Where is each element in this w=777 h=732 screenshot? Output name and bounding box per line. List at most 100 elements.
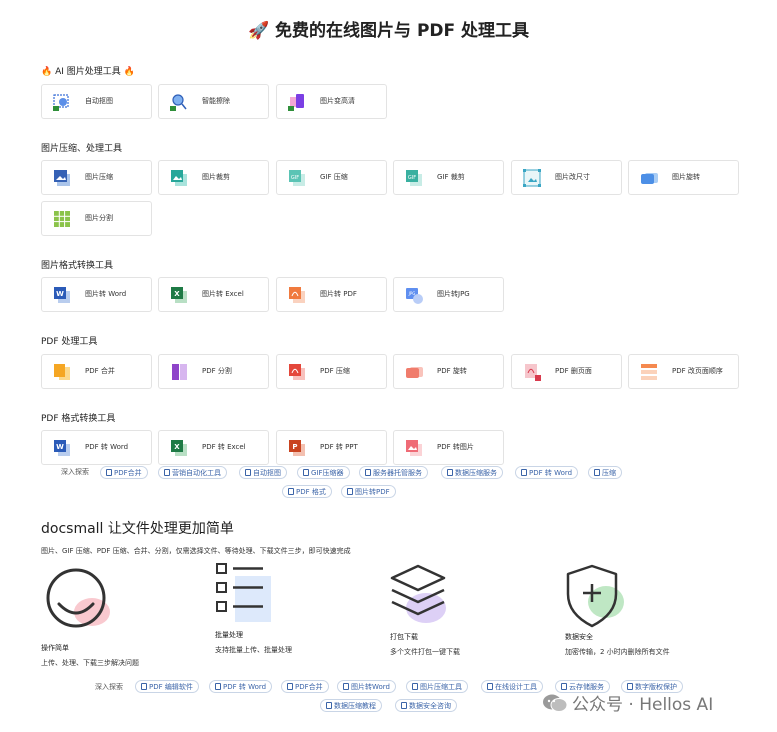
tool-pdf-merge[interactable]: PDF 合并 (41, 354, 152, 389)
chip-label: 营销自动化工具 (172, 469, 221, 477)
page-title: 🚀 免费的在线图片与 PDF 处理工具 (247, 21, 530, 41)
tool-pdf-split[interactable]: PDF 分割 (158, 354, 269, 389)
smile-face-icon (46, 568, 110, 628)
tool-image-to-pdf[interactable]: 图片转 PDF (276, 277, 387, 312)
explore-chip[interactable]: PDF 编辑软件 (135, 680, 199, 693)
word-icon: W (54, 287, 70, 303)
gif-compress-icon: GIF (289, 170, 305, 186)
explore-chip[interactable]: PDF合并 (100, 466, 148, 479)
explore-chip[interactable]: 营销自动化工具 (158, 466, 227, 479)
section-heading-ai: 🔥 AI 图片处理工具 🔥 (41, 67, 135, 77)
explore-chip[interactable]: 自动抠图 (239, 466, 287, 479)
chip-label: PDF 编辑软件 (149, 683, 193, 691)
pdf-icon (289, 287, 305, 303)
doc-icon (326, 702, 332, 709)
tool-gif-crop[interactable]: GIF GIF 裁剪 (393, 160, 504, 195)
feature-desc: 支持批量上传、批量处理 (215, 646, 292, 654)
explore-chip[interactable]: 数据压缩教程 (320, 699, 382, 712)
layers-icon (390, 564, 446, 623)
tool-image-hd[interactable]: 图片变高清 (276, 84, 387, 119)
smart-erase-icon (170, 94, 187, 111)
tool-image-rotate[interactable]: 图片旋转 (628, 160, 739, 195)
explore-chip[interactable]: PDF 格式 (282, 485, 332, 498)
tool-image-to-jpg[interactable]: JPG 图片转JPG (393, 277, 504, 312)
section-heading-compress: 图片压缩、处理工具 (41, 144, 123, 154)
doc-icon (447, 469, 453, 476)
watermark-text: 公众号 · Hellos AI (572, 695, 714, 715)
explore-chip[interactable]: PDF合并 (281, 680, 329, 693)
chip-label: PDF合并 (114, 469, 142, 477)
explore-chip[interactable]: 图片压缩工具 (406, 680, 468, 693)
explore-chip[interactable]: 压缩 (588, 466, 622, 479)
explore-chip[interactable]: GIF压缩器 (297, 466, 350, 479)
tool-pdf-to-ppt[interactable]: P PDF 转 PPT (276, 430, 387, 465)
tool-label: 图片压缩 (85, 173, 113, 181)
section-heading-format: 图片格式转换工具 (41, 261, 114, 271)
tool-image-crop[interactable]: 图片裁剪 (158, 160, 269, 195)
tool-label: 图片旋转 (672, 173, 700, 181)
explore-chip[interactable]: PDF 转 Word (209, 680, 273, 693)
feature-title: 数据安全 (565, 633, 593, 641)
tool-image-resize[interactable]: 图片改尺寸 (511, 160, 622, 195)
svg-text:GIF: GIF (291, 175, 299, 181)
tool-smart-erase[interactable]: 智能擦除 (158, 84, 269, 119)
chip-label: 数据压缩服务 (455, 469, 497, 477)
batch-list-icon (216, 563, 271, 622)
tool-image-to-word[interactable]: W 图片转 Word (41, 277, 152, 312)
image-crop-icon (171, 170, 187, 186)
tool-label: PDF 转 Word (85, 443, 129, 451)
excel-icon: X (171, 440, 187, 456)
tool-label: 图片分割 (85, 214, 113, 222)
tool-label: GIF 压缩 (320, 173, 348, 181)
tool-label: 自动抠图 (85, 97, 113, 105)
chip-label: 压缩 (602, 469, 616, 477)
tool-label: GIF 裁剪 (437, 173, 465, 181)
chip-label: 服务器托管服务 (373, 469, 422, 477)
pdf-merge-icon (54, 364, 70, 380)
tool-pdf-to-excel[interactable]: X PDF 转 Excel (158, 430, 269, 465)
shield-plus-icon (566, 564, 624, 628)
explore-label: 深入探索 (95, 683, 123, 691)
doc-icon (347, 488, 353, 495)
explore-chip[interactable]: 数据安全咨询 (395, 699, 457, 712)
pdf-rotate-icon (406, 367, 423, 378)
tool-pdf-reorder[interactable]: PDF 改页面顺序 (628, 354, 739, 389)
chip-label: 数据安全咨询 (409, 702, 451, 710)
intro-heading: docsmall 让文件处理更加简单 (41, 521, 234, 537)
svg-text:W: W (56, 290, 64, 298)
auto-cutout-icon (53, 94, 69, 111)
tool-image-compress[interactable]: 图片压缩 (41, 160, 152, 195)
tool-pdf-to-word[interactable]: W PDF 转 Word (41, 430, 152, 465)
explore-chip[interactable]: 图片转PDF (341, 485, 396, 498)
doc-icon (401, 702, 407, 709)
pdf-compress-icon (289, 364, 305, 380)
tool-gif-compress[interactable]: GIF GIF 压缩 (276, 160, 387, 195)
section-heading-pdf-format: PDF 格式转换工具 (41, 414, 116, 424)
explore-chip[interactable]: 图片转Word (337, 680, 396, 693)
chip-label: 自动抠图 (253, 469, 281, 477)
doc-icon (164, 469, 170, 476)
tool-pdf-rotate[interactable]: PDF 旋转 (393, 354, 504, 389)
tool-label: PDF 转 Excel (202, 443, 246, 451)
doc-icon (287, 683, 293, 690)
tool-image-to-excel[interactable]: X 图片转 Excel (158, 277, 269, 312)
doc-icon (245, 469, 251, 476)
tool-image-split[interactable]: 图片分割 (41, 201, 152, 236)
feature-title: 打包下载 (390, 633, 418, 641)
image-hd-icon (288, 94, 304, 111)
tool-label: PDF 删页面 (555, 367, 592, 375)
tool-auto-cutout[interactable]: 自动抠图 (41, 84, 152, 119)
explore-chip[interactable]: 服务器托管服务 (359, 466, 428, 479)
explore-chip[interactable]: PDF 转 Word (515, 466, 579, 479)
svg-text:X: X (174, 443, 180, 451)
doc-icon (141, 683, 147, 690)
tool-pdf-to-image[interactable]: PDF 转图片 (393, 430, 504, 465)
explore-chip[interactable]: 在线设计工具 (481, 680, 543, 693)
pdf-reorder-icon (641, 364, 657, 380)
tool-label: PDF 分割 (202, 367, 232, 375)
pdf-split-icon (172, 364, 187, 380)
tool-pdf-compress[interactable]: PDF 压缩 (276, 354, 387, 389)
tool-pdf-delete-pages[interactable]: PDF 删页面 (511, 354, 622, 389)
jpg-icon: JPG (406, 288, 423, 304)
explore-chip[interactable]: 数据压缩服务 (441, 466, 503, 479)
